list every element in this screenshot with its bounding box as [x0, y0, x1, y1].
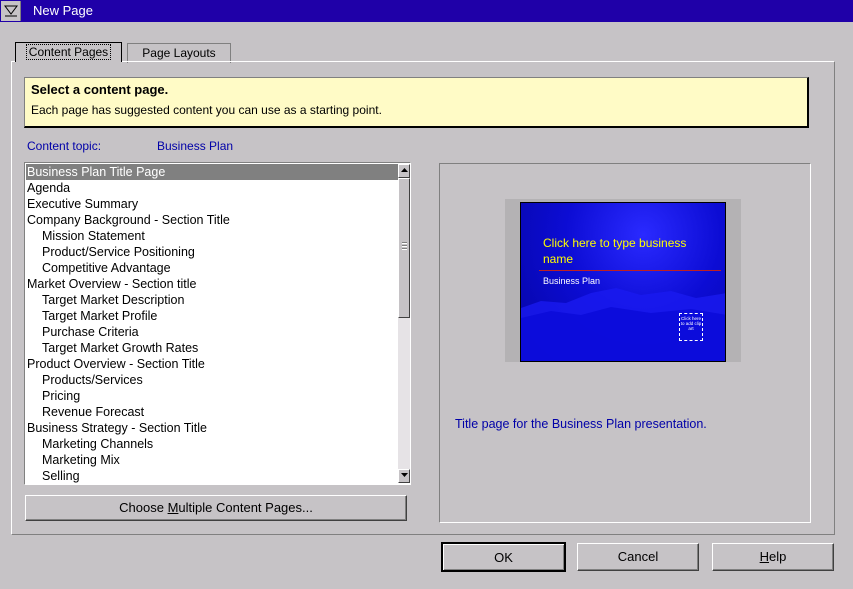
cancel-button[interactable]: Cancel — [577, 543, 699, 571]
tab-page-layouts-label: Page Layouts — [142, 46, 216, 60]
system-menu-icon[interactable] — [1, 1, 21, 21]
tab-panel — [11, 61, 835, 535]
tab-content-pages-label: Content Pages — [25, 44, 112, 60]
title-bar: New Page — [0, 0, 853, 22]
tab-content-pages[interactable]: Content Pages — [15, 42, 122, 62]
ok-button[interactable]: OK — [441, 542, 566, 572]
help-label-rest: elp — [769, 549, 787, 564]
help-button[interactable]: Help — [712, 543, 834, 571]
window-title: New Page — [33, 3, 93, 18]
tab-page-layouts[interactable]: Page Layouts — [127, 43, 231, 63]
help-mnemonic: H — [759, 549, 770, 564]
